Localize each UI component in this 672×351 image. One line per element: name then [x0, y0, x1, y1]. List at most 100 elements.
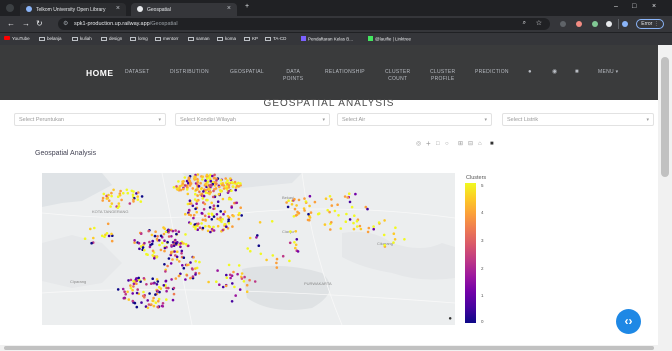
cluster-point[interactable]: [238, 211, 241, 215]
cluster-point[interactable]: [118, 193, 122, 197]
cluster-point[interactable]: [139, 232, 143, 235]
cluster-point[interactable]: [215, 179, 218, 182]
cluster-point[interactable]: [160, 304, 164, 308]
cluster-point[interactable]: [339, 227, 343, 230]
cluster-point[interactable]: [303, 209, 306, 212]
bookmark-youtube[interactable]: YouTube: [4, 36, 30, 41]
cluster-point[interactable]: [347, 192, 351, 195]
cluster-point[interactable]: [257, 244, 261, 247]
cluster-point[interactable]: [164, 270, 167, 273]
cluster-point[interactable]: [206, 198, 209, 202]
cluster-point[interactable]: [393, 238, 397, 241]
cluster-point[interactable]: [202, 194, 206, 198]
cluster-point[interactable]: [166, 240, 169, 244]
bookmark-folder[interactable]: design: [101, 36, 122, 41]
square-icon[interactable]: ■: [575, 69, 579, 76]
cluster-point[interactable]: [222, 187, 226, 190]
cluster-point[interactable]: [296, 250, 300, 253]
cluster-point[interactable]: [152, 304, 156, 308]
select-listrik[interactable]: Select Listrik ▾: [502, 113, 654, 126]
cluster-point[interactable]: [189, 261, 192, 264]
cluster-point[interactable]: [182, 266, 186, 270]
cluster-point[interactable]: [296, 210, 299, 214]
cluster-point[interactable]: [150, 303, 153, 306]
cluster-point[interactable]: [403, 238, 406, 241]
cluster-point[interactable]: [223, 223, 226, 226]
cluster-point[interactable]: [117, 202, 121, 205]
cluster-point[interactable]: [164, 230, 168, 234]
cluster-point[interactable]: [355, 225, 359, 228]
cluster-point[interactable]: [156, 280, 160, 283]
cluster-point[interactable]: [196, 173, 200, 176]
cluster-point[interactable]: [120, 198, 123, 202]
cluster-point[interactable]: [352, 227, 356, 231]
cluster-point[interactable]: [219, 218, 222, 222]
cluster-point[interactable]: [179, 188, 183, 192]
cluster-point[interactable]: [101, 196, 105, 200]
cluster-point[interactable]: [219, 190, 223, 193]
cluster-point[interactable]: [185, 263, 189, 267]
cluster-point[interactable]: [186, 192, 190, 196]
cluster-point[interactable]: [294, 230, 298, 233]
cluster-point[interactable]: [159, 234, 163, 238]
cluster-point[interactable]: [194, 267, 197, 270]
cluster-point[interactable]: [289, 230, 292, 233]
cluster-point[interactable]: [177, 230, 181, 233]
select-peruntukan[interactable]: Select Peruntukan ▾: [14, 113, 166, 126]
cluster-point[interactable]: [132, 279, 135, 283]
cluster-point[interactable]: [197, 272, 201, 275]
cluster-point[interactable]: [271, 254, 275, 257]
cluster-point[interactable]: [229, 198, 233, 201]
cluster-point[interactable]: [190, 267, 194, 270]
cluster-point[interactable]: [152, 281, 155, 285]
discord-icon[interactable]: ◉: [552, 69, 558, 76]
cluster-point[interactable]: [138, 247, 141, 251]
cluster-point[interactable]: [210, 201, 213, 205]
cluster-point[interactable]: [131, 299, 135, 303]
cluster-point[interactable]: [162, 232, 166, 236]
cluster-point[interactable]: [227, 222, 231, 225]
cluster-point[interactable]: [207, 212, 210, 216]
cluster-point[interactable]: [227, 190, 230, 193]
bookmark-folder[interactable]: KP: [244, 36, 258, 41]
cluster-point[interactable]: [166, 264, 169, 268]
cluster-point[interactable]: [248, 278, 251, 282]
back-arrow-icon[interactable]: ←: [7, 20, 15, 28]
cluster-point[interactable]: [171, 258, 174, 261]
cluster-point[interactable]: [238, 288, 242, 291]
select-air[interactable]: Select Air ▾: [337, 113, 492, 126]
cluster-point[interactable]: [176, 188, 179, 191]
cluster-point[interactable]: [132, 285, 135, 288]
cluster-point[interactable]: [206, 229, 210, 233]
cluster-point[interactable]: [135, 279, 139, 283]
cluster-point[interactable]: [295, 238, 299, 241]
cluster-point[interactable]: [171, 298, 175, 302]
close-icon[interactable]: ×: [227, 5, 231, 12]
bookmark-folder[interactable]: TA-CD: [265, 36, 286, 41]
forward-arrow-icon[interactable]: →: [22, 20, 30, 28]
cluster-point[interactable]: [198, 226, 202, 229]
cluster-point[interactable]: [326, 208, 330, 212]
cluster-point[interactable]: [324, 197, 328, 200]
cluster-point[interactable]: [147, 229, 150, 233]
cluster-point[interactable]: [121, 287, 125, 291]
cluster-point[interactable]: [119, 189, 122, 193]
cluster-point[interactable]: [193, 175, 196, 178]
cluster-point[interactable]: [196, 177, 199, 181]
cluster-point[interactable]: [184, 233, 187, 236]
cluster-point[interactable]: [169, 251, 173, 255]
cluster-point[interactable]: [143, 241, 146, 245]
new-tab-icon[interactable]: +: [245, 3, 249, 10]
cluster-point[interactable]: [204, 218, 207, 221]
nav-home[interactable]: HOME: [86, 69, 114, 78]
cluster-point[interactable]: [140, 195, 144, 198]
cluster-point[interactable]: [195, 210, 198, 214]
cluster-point[interactable]: [367, 226, 371, 230]
cluster-point[interactable]: [185, 274, 189, 277]
cluster-point[interactable]: [209, 230, 212, 234]
cluster-point[interactable]: [248, 236, 252, 240]
cluster-point[interactable]: [110, 202, 114, 205]
vertical-scrollbar[interactable]: [658, 45, 672, 345]
cluster-point[interactable]: [295, 204, 298, 207]
cluster-point[interactable]: [135, 282, 138, 285]
